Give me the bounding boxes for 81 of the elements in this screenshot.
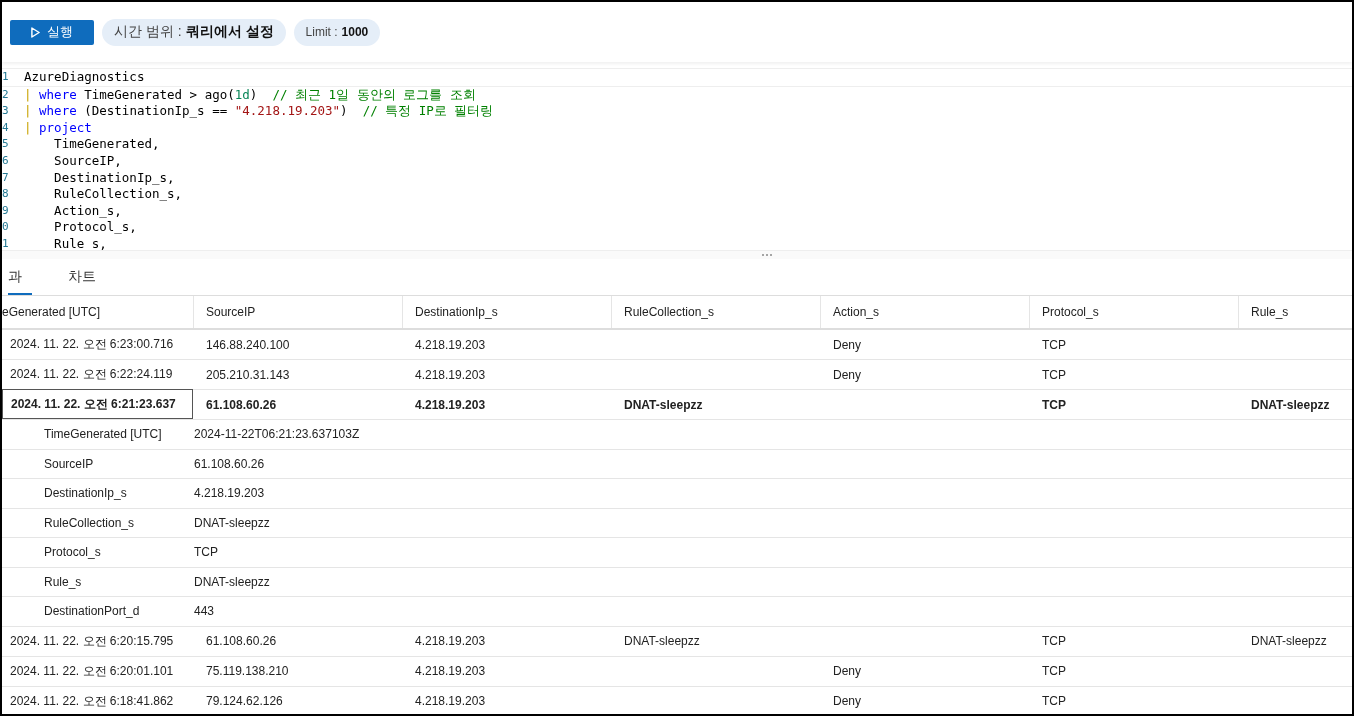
table-cell: 146.88.240.100 [206,337,290,352]
code-line: TimeGenerated, [53,136,160,153]
detail-field: DestinationIp_s [2,486,194,501]
table-cell: Deny [833,367,861,382]
line-number: 1 [2,235,10,250]
code-line: Action_s, [53,202,122,220]
line-number: 4 [2,119,10,136]
column-header[interactable]: Rule_s [1251,305,1289,319]
code-line: | where (DestinationIp_s == "4.218.19.203") // 특정 IP로 필터링 [24,103,494,120]
detail-value: DNAT-sleepzz [194,515,270,530]
detail-field: Protocol_s [2,545,194,560]
code-line: AzureDiagnostics [24,69,145,86]
table-cell: 75.119.138.210 [206,664,289,678]
table-cell: DNAT-sleepzz [1251,397,1330,412]
detail-field: TimeGenerated [UTC] [2,427,194,442]
code-line: Protocol_s, [53,219,137,236]
detail-value: TCP [194,545,218,560]
code-line: Rule s, [53,235,107,250]
table-cell: TCP [1042,634,1066,648]
detail-value: DNAT-sleepzz [194,574,270,589]
focused-table-cell[interactable]: 2024. 11. 22. 오전 6:21:23.637 [2,389,193,419]
detail-value: 443 [194,604,215,619]
table-cell: 2024. 11. 22. 오전 6:20:01.101 [10,662,174,680]
table-cell: 4.218.19.203 [415,694,486,708]
column-header[interactable]: SourceIP [206,305,256,319]
results-tab[interactable]: 차트 [68,268,96,295]
table-cell: TCP [1042,694,1066,708]
table-cell: TCP [1042,367,1066,382]
code-line: | where TimeGenerated > ago(1d) // 최근 1일 동안의 로그를 조회 [24,86,476,104]
detail-value: 2024-11-22T06:21:23.637103Z [194,427,360,442]
table-cell: 2024. 11. 22. 오전 6:23:00.716 [10,336,174,353]
code-line: | project [24,119,92,137]
line-number: 3 [2,103,10,120]
table-cell: 61.108.60.26 [206,634,277,648]
table-cell: TCP [1042,337,1066,352]
column-header[interactable]: Protocol_s [1042,305,1099,319]
column-header[interactable]: DestinationIp_s [415,305,498,319]
table-cell: 4.218.19.203 [415,664,486,678]
table-cell: 2024. 11. 22. 오전 6:22:24.119 [10,366,173,383]
table-cell: 2024. 11. 22. 오전 6:18:41.862 [10,692,174,710]
table-cell: DNAT-sleepzz [624,397,703,412]
column-header[interactable]: RuleCollection_s [624,305,715,319]
results-tab[interactable]: 과 [8,268,32,295]
table-cell: Deny [833,664,861,678]
detail-field: SourceIP [2,456,194,471]
limit-button[interactable]: Limit : 1000 [293,18,381,46]
table-cell: 4.218.19.203 [415,397,486,412]
table-cell: 79.124.62.126 [206,694,283,708]
table-cell: DNAT-sleepzz [1251,634,1327,648]
line-number: 7 [2,169,10,186]
table-cell: 2024. 11. 22. 오전 6:20:15.795 [10,632,174,650]
table-cell: Deny [833,694,861,708]
table-cell: DNAT-sleepzz [624,634,700,648]
column-header[interactable]: Action_s [833,305,880,319]
column-header[interactable]: eGenerated [UTC] [2,305,101,319]
line-number: 8 [2,186,10,203]
table-cell: 61.108.60.26 [206,397,277,412]
table-cell: 205.210.31.143 [206,367,290,382]
code-line: RuleCollection_s, [53,186,183,203]
line-number: 1 [2,69,10,85]
detail-field: Rule_s [2,574,194,589]
table-cell: Deny [833,337,861,352]
detail-field: DestinationPort_d [2,604,194,619]
detail-value: 4.218.19.203 [194,486,265,501]
time-range-button[interactable]: 시간 범위 : 쿼리에서 설정 [102,18,286,46]
detail-value: 61.108.60.26 [194,456,265,471]
table-cell: TCP [1042,664,1066,678]
code-line: DestinationIp_s, [53,169,175,187]
line-number: 2 [2,86,10,103]
line-number: 9 [2,202,10,219]
table-cell: 4.218.19.203 [415,337,486,352]
line-number: 0 [2,219,10,236]
line-number: 6 [2,152,10,169]
table-cell: TCP [1042,397,1066,412]
line-number: 5 [2,136,10,153]
play-icon [31,26,40,38]
table-cell: 4.218.19.203 [415,634,486,648]
detail-field: RuleCollection_s [2,515,194,530]
run-button[interactable]: 실행 [10,19,94,45]
code-line: SourceIP, [53,152,122,170]
table-cell: 4.218.19.203 [415,367,486,382]
